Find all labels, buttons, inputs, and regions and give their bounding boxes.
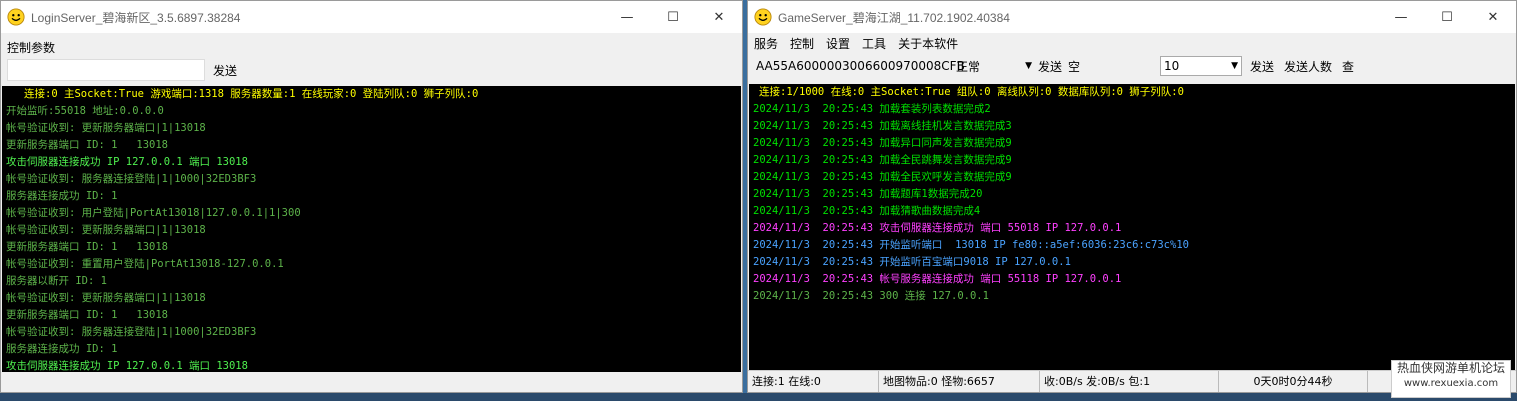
log-line: 更新服务器端口 ID: 1 13018: [6, 241, 169, 253]
log-line: 2024/11/3 20:25:43 攻击伺服器连接成功 端口 55018 IP…: [753, 222, 1122, 234]
log-console: 连接:0 主Socket:True 游戏端口:1318 服务器数量:1 在线玩家…: [2, 86, 741, 372]
log-line: 帐号验证收到: 重置用户登陆|PortAt13018-127.0.0.1: [6, 258, 284, 270]
login-server-window: LoginServer_碧海新区_3.5.6897.38284 — ☐ ✕ 控制…: [0, 0, 743, 393]
minimize-button[interactable]: —: [604, 1, 650, 33]
maximize-button[interactable]: ☐: [1424, 1, 1470, 33]
window-title: LoginServer_碧海新区_3.5.6897.38284: [31, 10, 241, 25]
status-connections: 连接:1 在线:0: [748, 371, 879, 392]
log-line: 帐号验证收到: 服务器连接登陆|1|1000|32ED3BF3: [6, 173, 257, 185]
mode-select[interactable]: 正常 ▼: [956, 58, 1032, 75]
title-bar[interactable]: LoginServer_碧海新区_3.5.6897.38284 — ☐ ✕: [1, 1, 742, 33]
close-button[interactable]: ✕: [1470, 1, 1516, 33]
game-server-window: GameServer_碧海江湖_11.702.1902.40384 — ☐ ✕ …: [747, 0, 1517, 393]
menu-about[interactable]: 关于本软件: [892, 35, 964, 52]
send-button-2[interactable]: 发送: [1250, 58, 1274, 75]
status-header: 连接:1/1000 在线:0 主Socket:True 组队:0 离线队列:0 …: [759, 86, 1184, 98]
id-field[interactable]: AA55A6000003006600970008CFB: [756, 59, 965, 73]
log-line: 攻击伺服器连接成功 IP 127.0.0.1 端口 13018: [6, 156, 248, 168]
watermark-line2: www.rexuexia.com: [1403, 378, 1499, 389]
chevron-down-icon: ▼: [1025, 61, 1032, 71]
log-line: 2024/11/3 20:25:43 加载题库1数据完成20: [753, 188, 983, 200]
log-line: 2024/11/3 20:25:43 开始监听百宝端口9018 IP 127.0…: [753, 256, 1071, 268]
minimize-button[interactable]: —: [1378, 1, 1424, 33]
send-count-button[interactable]: 发送人数: [1284, 58, 1332, 75]
log-line: 更新服务器端口 ID: 1 13018: [6, 139, 169, 151]
close-button[interactable]: ✕: [696, 1, 742, 33]
log-line: 2024/11/3 20:25:43 加载异口同声发言数据完成9: [753, 137, 1012, 149]
log-line: 服务器以断开 ID: 1: [6, 275, 107, 287]
smiley-icon: [7, 8, 25, 26]
message-value: 空: [1068, 59, 1081, 74]
command-input[interactable]: [7, 59, 205, 81]
count-value: 10: [1164, 59, 1180, 73]
status-map: 地图物品:0 怪物:6657: [879, 371, 1040, 392]
log-line: 2024/11/3 20:25:43 帐号服务器连接成功 端口 55118 IP…: [753, 273, 1122, 285]
log-line: 服务器连接成功 ID: 1: [6, 190, 118, 202]
menu-tools[interactable]: 工具: [856, 35, 892, 52]
query-button[interactable]: 查: [1342, 58, 1354, 75]
log-line: 帐号验证收到: 用户登陆|PortAt13018|127.0.0.1|1|300: [6, 207, 301, 219]
status-uptime: 0天0时0分44秒: [1219, 371, 1368, 392]
menu-service[interactable]: 服务: [748, 35, 784, 52]
log-line: 帐号验证收到: 服务器连接登陆|1|1000|32ED3BF3: [6, 326, 257, 338]
window-title: GameServer_碧海江湖_11.702.1902.40384: [778, 10, 1010, 25]
status-header: 连接:0 主Socket:True 游戏端口:1318 服务器数量:1 在线玩家…: [24, 88, 479, 100]
log-line: 2024/11/3 20:25:43 加载全民跳舞发言数据完成9: [753, 154, 1012, 166]
log-line: 2024/11/3 20:25:43 加载全民欢呼发言数据完成9: [753, 171, 1012, 183]
send-button[interactable]: 发送: [1038, 58, 1062, 75]
menu-control-params[interactable]: 控制参数: [1, 39, 61, 56]
log-line: 2024/11/3 20:25:43 加载套装列表数据完成2: [753, 103, 991, 115]
log-line: 2024/11/3 20:25:43 加载猜歌曲数据完成4: [753, 205, 981, 217]
mode-value: 正常: [956, 59, 981, 74]
log-line: 帐号验证收到: 更新服务器端口|1|13018: [6, 224, 206, 236]
log-line: 更新服务器端口 ID: 1 13018: [6, 309, 169, 321]
watermark-line1: 热血侠网游单机论坛: [1396, 361, 1505, 375]
title-bar[interactable]: GameServer_碧海江湖_11.702.1902.40384 — ☐ ✕: [748, 1, 1516, 33]
maximize-button[interactable]: ☐: [650, 1, 696, 33]
log-line: 攻击伺服器连接成功 IP 127.0.0.1 端口 13018: [6, 360, 248, 372]
log-line: 服务器连接成功 ID: 1: [6, 343, 118, 355]
log-console: 连接:1/1000 在线:0 主Socket:True 组队:0 离线队列:0 …: [749, 84, 1515, 372]
log-line: 开始监听:55018 地址:0.0.0.0: [6, 105, 164, 117]
log-line: 2024/11/3 20:25:43 开始监听端口 13018 IP fe80:…: [753, 239, 1189, 251]
log-line: 2024/11/3 20:25:43 加载离线挂机发言数据完成3: [753, 120, 1012, 132]
message-input[interactable]: 空: [1068, 58, 1154, 75]
menu-settings[interactable]: 设置: [820, 35, 856, 52]
log-line: 2024/11/3 20:25:43 300 连接 127.0.0.1: [753, 290, 989, 302]
watermark: 热血侠网游单机论坛 www.rexuexia.com: [1391, 360, 1511, 398]
log-line: 帐号验证收到: 更新服务器端口|1|13018: [6, 292, 206, 304]
log-line: 帐号验证收到: 更新服务器端口|1|13018: [6, 122, 206, 134]
menu-control[interactable]: 控制: [784, 35, 820, 52]
status-network: 收:0B/s 发:0B/s 包:1: [1040, 371, 1219, 392]
smiley-icon: [754, 8, 772, 26]
send-button[interactable]: 发送: [213, 62, 237, 79]
taskbar-strip: [0, 393, 1517, 401]
chevron-down-icon: ▼: [1231, 61, 1239, 71]
count-select[interactable]: 10 ▼: [1160, 56, 1243, 76]
